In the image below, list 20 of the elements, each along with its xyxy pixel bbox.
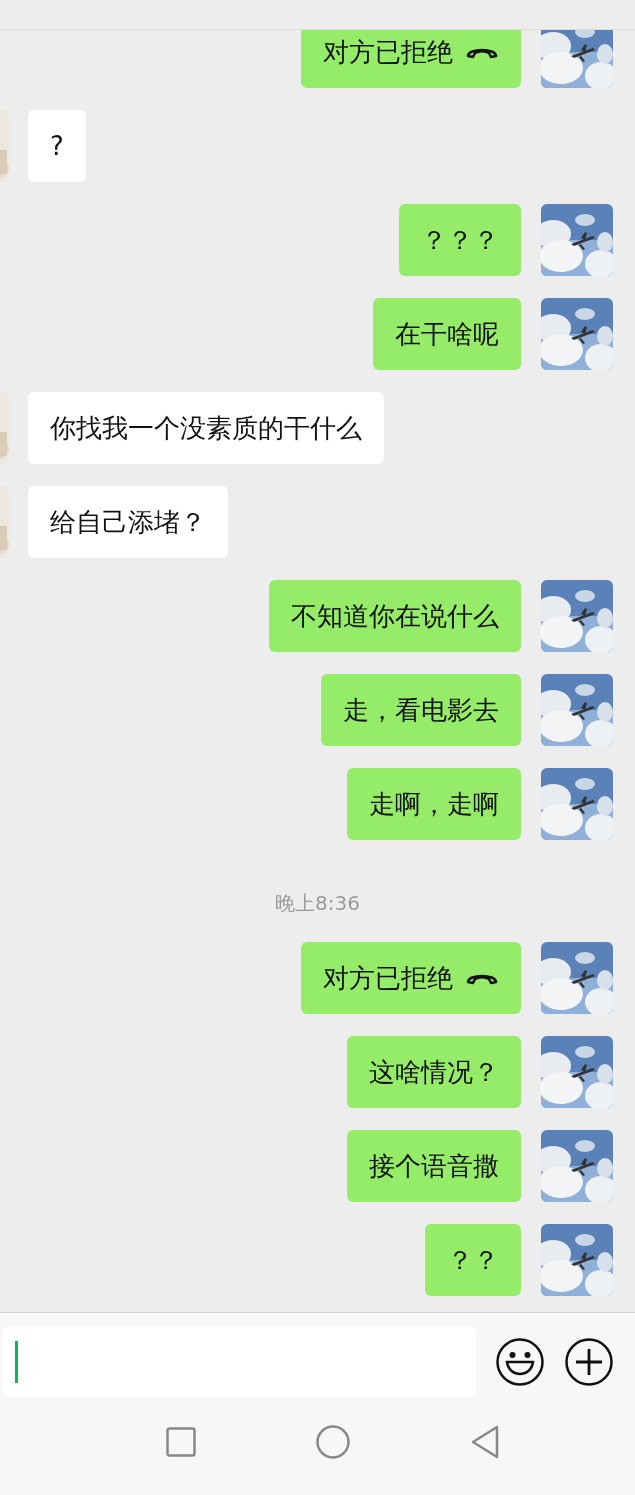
message-bubble: 接个语音撒 [347,1130,521,1202]
message-bubble: 给自己添堵？ [28,486,228,558]
square-icon[interactable] [165,1427,196,1457]
message-bubble: ? [28,110,86,182]
text-cursor [15,1341,18,1383]
message-bubble: 在干啥呢 [373,298,521,370]
message-bubble: 你找我一个没素质的干什么 [28,392,384,464]
circle-icon[interactable] [315,1425,350,1459]
message-bubble: 走，看电影去 [321,674,521,746]
message-bubble: ？？？ [399,204,521,276]
emoji-icon[interactable] [495,1337,545,1387]
timestamp: 晚上8:36 [275,890,360,917]
back-icon[interactable] [469,1425,500,1459]
message-bubble: 走啊，走啊 [347,768,521,840]
message-bubble: ？？ [425,1224,521,1296]
message-bubble: 不知道你在说什么 [269,580,521,652]
message-bubble: 这啥情况？ [347,1036,521,1108]
message-bubble: 对方已拒绝 [301,942,521,1014]
plus-icon[interactable] [564,1337,614,1387]
message-input[interactable] [2,1327,476,1397]
